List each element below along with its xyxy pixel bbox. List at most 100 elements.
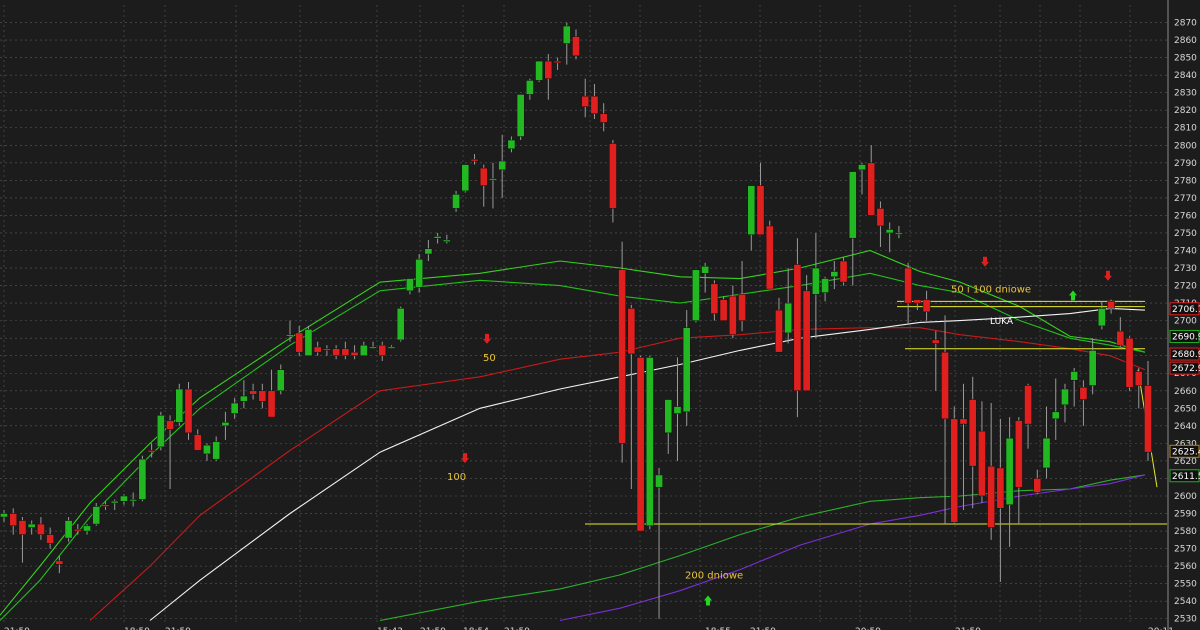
price-badge-label: 2611.54 <box>1172 472 1200 482</box>
candle-body <box>18 520 27 535</box>
candle-body <box>516 94 525 137</box>
candle-body <box>129 499 138 502</box>
candle-body <box>433 236 442 239</box>
candle-body <box>221 422 230 427</box>
candle-body <box>655 474 663 488</box>
candle-body <box>821 278 829 293</box>
chart-root: 50 100 200 dniowe 50 i 100 dniowe LUKA 2530 2… <box>0 0 1200 630</box>
candle-body <box>710 283 719 314</box>
candle-body <box>1005 437 1014 506</box>
y-tick-label: 2800 <box>1174 141 1197 151</box>
candle-body <box>193 434 202 451</box>
candle-body <box>738 294 746 321</box>
candle-body <box>765 225 774 290</box>
candle-body <box>701 266 710 274</box>
candle-body <box>812 267 820 295</box>
candle-body <box>544 60 553 79</box>
candle-body <box>369 346 377 349</box>
y-tick-label: 2740 <box>1174 246 1197 256</box>
candle-body <box>535 60 543 81</box>
y-tick-label: 2570 <box>1174 545 1197 555</box>
y-tick-label: 2760 <box>1174 211 1197 221</box>
candle-body <box>73 529 82 532</box>
candle-body <box>350 351 359 356</box>
candle-body <box>562 25 571 44</box>
candle-body <box>728 295 737 335</box>
candle-body <box>258 390 267 402</box>
candle-body <box>1070 371 1079 381</box>
y-tick-label: 2700 <box>1174 317 1197 327</box>
arrow-down-icon <box>981 256 989 267</box>
y-tick-label: 2600 <box>1174 492 1197 502</box>
annotation-label: 50 <box>483 353 496 364</box>
candle-body <box>1061 388 1069 406</box>
candle-body <box>1088 350 1097 386</box>
annotation-label: 100 <box>447 472 466 483</box>
y-tick-label: 2780 <box>1174 176 1197 186</box>
candle-body <box>304 329 313 356</box>
candle-body <box>378 344 387 356</box>
candle-body <box>913 299 922 304</box>
y-tick-label: 2820 <box>1174 106 1197 116</box>
candle-body <box>147 450 156 453</box>
candle-body <box>618 269 626 444</box>
y-tick-label: 2770 <box>1174 194 1197 204</box>
candle-body <box>830 271 839 278</box>
candle-body <box>858 164 866 171</box>
y-tick-label: 2620 <box>1174 457 1197 467</box>
y-tick-label: 2850 <box>1174 54 1197 64</box>
arrow-up-icon <box>1069 290 1077 301</box>
price-badge-label: 2672.91 <box>1172 364 1200 374</box>
candle-body <box>645 357 654 527</box>
candle-body <box>240 395 248 402</box>
candle-body <box>46 534 54 544</box>
candle-body <box>1024 385 1032 425</box>
candle-body <box>341 348 350 356</box>
y-tick-label: 2550 <box>1174 580 1197 590</box>
candle-body <box>323 348 331 351</box>
arrow-down-icon <box>461 453 469 464</box>
candle-body <box>664 399 673 434</box>
candle-body <box>489 178 497 181</box>
candle-body <box>166 420 174 430</box>
annotation-label: LUKA <box>990 317 1014 327</box>
candle-body <box>996 467 1005 509</box>
candle-body <box>941 351 949 420</box>
y-tick-label: 2830 <box>1174 89 1197 99</box>
candle-body <box>922 299 931 313</box>
candle-body <box>839 260 848 283</box>
candle-body <box>848 171 857 239</box>
arrow-down-icon <box>1104 270 1112 281</box>
candle-body <box>1042 437 1051 469</box>
candle-body <box>784 302 793 334</box>
candle-body <box>184 388 193 434</box>
y-tick-label: 2750 <box>1174 229 1197 239</box>
candle-body <box>498 160 507 171</box>
candle-body <box>83 525 91 532</box>
y-tick-label: 2860 <box>1174 36 1197 46</box>
candle-body <box>876 208 885 227</box>
candle-body <box>415 259 424 288</box>
y-tick-label: 2640 <box>1174 422 1197 432</box>
moving-average-ma-red <box>89 327 1146 621</box>
candle-body <box>406 278 414 292</box>
candle-body <box>55 560 64 565</box>
candle-body <box>286 334 294 337</box>
candle-body <box>442 239 451 242</box>
candle-body <box>747 185 756 235</box>
candle-body <box>110 501 119 504</box>
candle-body <box>1125 337 1134 388</box>
candle-body <box>156 415 165 448</box>
moving-average-ma-green-200 <box>379 474 1146 622</box>
candle-body <box>461 164 470 192</box>
candle-body <box>636 357 645 532</box>
candle-body <box>387 346 396 349</box>
candle-body <box>572 36 580 57</box>
price-badge-label: 2680.95 <box>1172 350 1200 360</box>
candle-body <box>276 369 285 392</box>
y-tick-label: 2530 <box>1174 615 1197 625</box>
annotation-label: 50 i 100 dniowe <box>951 285 1031 296</box>
candle-body <box>590 95 599 114</box>
candle-body <box>424 248 433 255</box>
y-tick-label: 2730 <box>1174 264 1197 274</box>
